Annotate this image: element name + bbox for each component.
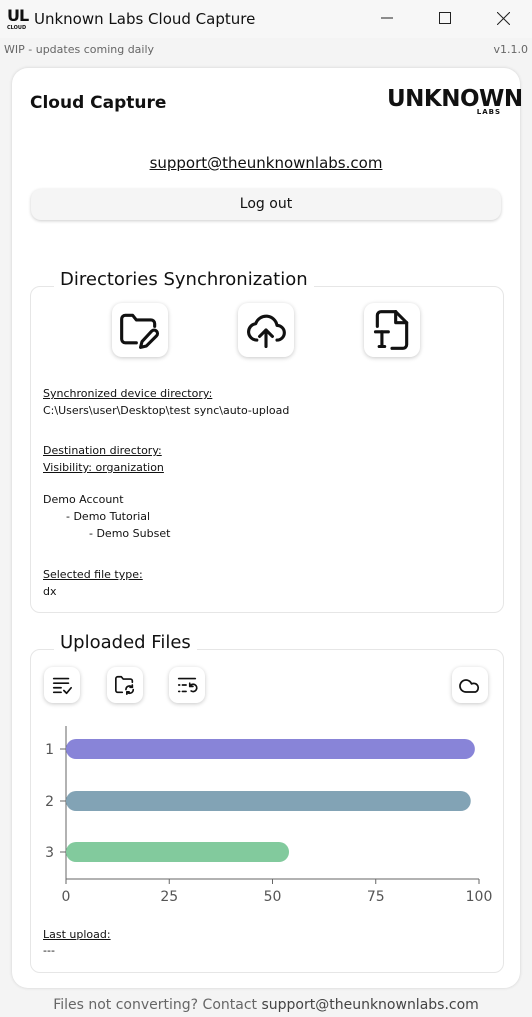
close-button[interactable] [474, 0, 532, 36]
minimize-button[interactable] [358, 0, 416, 36]
window-title: Unknown Labs Cloud Capture [34, 10, 256, 28]
wip-notice: WIP - updates coming daily [4, 43, 155, 56]
tree-item-tutorial: - Demo Tutorial [66, 510, 151, 523]
version-label: v1.1.0 [493, 43, 529, 56]
minimize-icon [381, 17, 393, 19]
footer: Files not converting? Contact support@th… [0, 997, 532, 1013]
destination-dir-label: Destination directory: [43, 444, 162, 457]
brand-logo: UNKNOWN LABS [387, 86, 523, 118]
list-check-button[interactable] [44, 667, 80, 703]
close-icon [496, 11, 510, 25]
last-upload-label: Last upload: [43, 928, 111, 941]
uploads-panel [30, 649, 504, 973]
sync-title: Directories Synchronization [54, 269, 314, 290]
app-title: Cloud Capture [30, 93, 167, 113]
logout-button[interactable]: Log out [31, 189, 501, 220]
list-restart-button[interactable] [169, 667, 205, 703]
device-dir-value: C:\Users\user\Desktop\test sync\auto-upl… [43, 404, 290, 417]
app-logo: UL CLOUD [7, 6, 29, 32]
list-check-icon [52, 677, 72, 695]
folder-sync-icon [115, 675, 135, 695]
list-restart-icon [177, 677, 198, 693]
brand-logo-subtext: LABS [476, 108, 501, 116]
uploads-title: Uploaded Files [54, 632, 197, 653]
maximize-icon [439, 12, 451, 24]
file-type-icon [373, 310, 409, 350]
cloud-upload-icon [247, 314, 286, 349]
app-logo-subtext: CLOUD [7, 25, 27, 31]
device-dir-label: Synchronized device directory: [43, 387, 213, 400]
last-upload-value: --- [43, 944, 55, 957]
cloud-button[interactable] [452, 667, 488, 703]
file-type-button[interactable] [364, 303, 420, 357]
select-directory-button[interactable] [112, 303, 168, 357]
visibility-label: Visibility: organization [43, 461, 164, 474]
brand-logo-text: UNKNOWN [387, 86, 523, 112]
footer-email[interactable]: support@theunknownlabs.com [261, 997, 478, 1013]
tree-item-account: Demo Account [43, 493, 124, 506]
cloud-icon [459, 679, 480, 693]
file-type-value: dx [43, 585, 57, 598]
tree-item-subset: - Demo Subset [89, 527, 171, 540]
maximize-button[interactable] [416, 0, 474, 36]
file-type-label: Selected file type: [43, 568, 143, 581]
app-logo-text: UL [7, 6, 29, 25]
folder-sync-button[interactable] [107, 667, 143, 703]
footer-text: Files not converting? Contact [53, 997, 262, 1013]
upload-destination-button[interactable] [238, 303, 294, 357]
account-email[interactable]: support@theunknownlabs.com [0, 154, 532, 172]
folder-edit-icon [120, 313, 160, 349]
